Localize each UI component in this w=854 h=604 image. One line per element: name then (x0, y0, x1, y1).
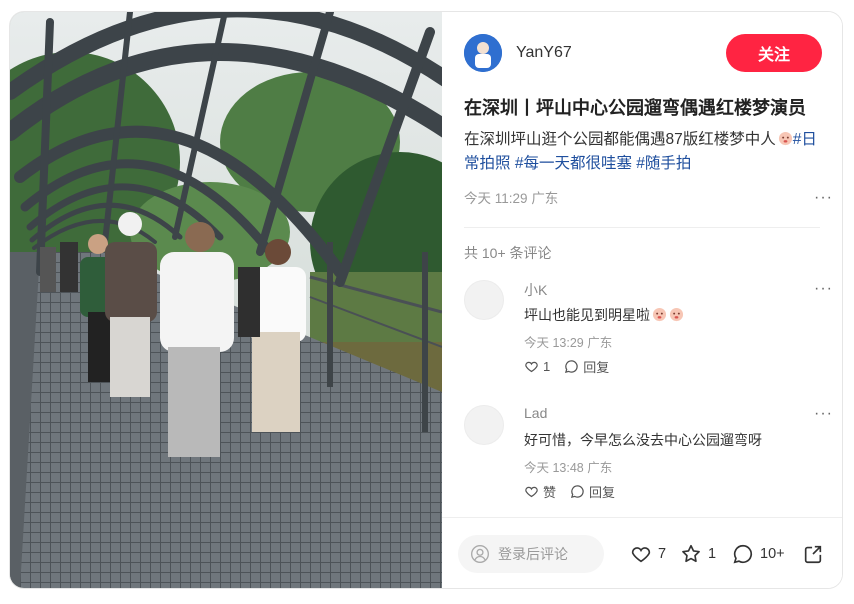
bottom-action-bar: 登录后评论 7 1 10+ (442, 517, 842, 588)
tag-link[interactable]: #随手拍 (636, 155, 691, 172)
comment-actions: 1 回复 (524, 357, 623, 376)
comment-total: 10+ (760, 546, 785, 562)
comment-location: 广东 (587, 336, 613, 350)
comment-reply-label: 回复 (583, 360, 610, 375)
face-emoji-icon (778, 131, 792, 146)
comment-body: 好可惜，今早怎么没去中心公园遛弯呀 (524, 432, 762, 448)
comment-reply-button[interactable]: 回复 (564, 357, 609, 376)
comment-like-button[interactable]: 1 (524, 357, 550, 376)
chat-bubble-icon (733, 544, 753, 564)
comment-button[interactable]: 10+ (732, 543, 785, 565)
follow-button[interactable]: 关注 (726, 34, 822, 72)
heart-icon (525, 486, 538, 498)
comment-actions: 赞 回复 (524, 482, 629, 501)
comment-count: 共 10+ 条评论 (464, 245, 552, 261)
comment-like-button[interactable]: 赞 (524, 482, 556, 501)
face-emoji-icon (652, 307, 667, 322)
comment-item: Lad 好可惜，今早怎么没去中心公园遛弯呀 今天 13:48 广东 赞 回复 (464, 405, 824, 505)
comment-text: 好可惜，今早怎么没去中心公园遛弯呀 (524, 430, 762, 450)
comment-time: 今天 13:48 (524, 461, 584, 475)
comment-input-placeholder: 登录后评论 (498, 546, 568, 562)
more-dots-icon[interactable]: ··· (814, 405, 833, 423)
chat-bubble-icon (570, 485, 584, 499)
comment-meta: 今天 13:48 广东 (524, 457, 612, 476)
collect-button[interactable]: 1 (680, 543, 716, 565)
author-name[interactable]: YanY67 (516, 44, 572, 62)
user-outline-icon (471, 545, 489, 563)
share-button[interactable] (802, 543, 830, 565)
more-dots-icon[interactable]: ··· (814, 189, 833, 207)
heart-icon (525, 361, 538, 373)
divider (464, 227, 820, 228)
commenter-avatar[interactable] (464, 280, 504, 320)
post-meta: 今天 11:29 广东 (464, 187, 558, 207)
comment-reply-button[interactable]: 回复 (570, 482, 615, 501)
more-dots-icon[interactable]: ··· (814, 280, 833, 298)
face-emoji-icon (669, 307, 684, 322)
star-icon (682, 544, 700, 563)
comment-input[interactable]: 登录后评论 (458, 535, 604, 573)
comment-meta: 今天 13:29 广东 (524, 332, 612, 351)
post-detail-panel: YanY67 关注 在深圳丨坪山中心公园遛弯偶遇红楼梦演员 在深圳坪山逛个公园都… (442, 12, 842, 588)
author-avatar[interactable] (464, 34, 502, 72)
chat-bubble-icon (565, 360, 578, 374)
post-title: 在深圳丨坪山中心公园遛弯偶遇红楼梦演员 (464, 98, 806, 118)
comment-reply-label: 回复 (589, 485, 616, 500)
post-location: 广东 (531, 191, 559, 206)
post-card: YanY67 关注 在深圳丨坪山中心公园遛弯偶遇红楼梦演员 在深圳坪山逛个公园都… (10, 12, 842, 588)
share-icon (804, 545, 822, 564)
comment-time: 今天 13:29 (524, 336, 584, 350)
commenter-avatar[interactable] (464, 405, 504, 445)
comment-item: 小K 坪山也能见到明星啦 今天 13:29 广东 1 回复 (464, 280, 824, 380)
commenter-name[interactable]: Lad (524, 405, 547, 421)
post-description: 在深圳坪山逛个公园都能偶遇87版红楼梦中人 #日常拍照 #每一天都很哇塞 #随手拍 (464, 128, 824, 176)
comment-like-label: 赞 (543, 485, 557, 500)
comment-like-count: 1 (543, 359, 551, 374)
tag-link[interactable]: #每一天都很哇塞 (515, 155, 632, 172)
commenter-name[interactable]: 小K (524, 280, 547, 300)
post-photo[interactable] (10, 12, 442, 588)
collect-count: 1 (708, 546, 717, 562)
comment-body: 坪山也能见到明星啦 (524, 307, 650, 323)
heart-icon (631, 547, 651, 563)
author-info[interactable]: YanY67 (464, 34, 572, 72)
post-time: 今天 11:29 (464, 191, 528, 206)
like-count: 7 (658, 546, 667, 562)
comment-text: 坪山也能见到明星啦 (524, 305, 684, 325)
post-desc-text: 在深圳坪山逛个公园都能偶遇87版红楼梦中人 (464, 131, 776, 148)
like-button[interactable]: 7 (630, 543, 666, 565)
comment-location: 广东 (587, 461, 613, 475)
